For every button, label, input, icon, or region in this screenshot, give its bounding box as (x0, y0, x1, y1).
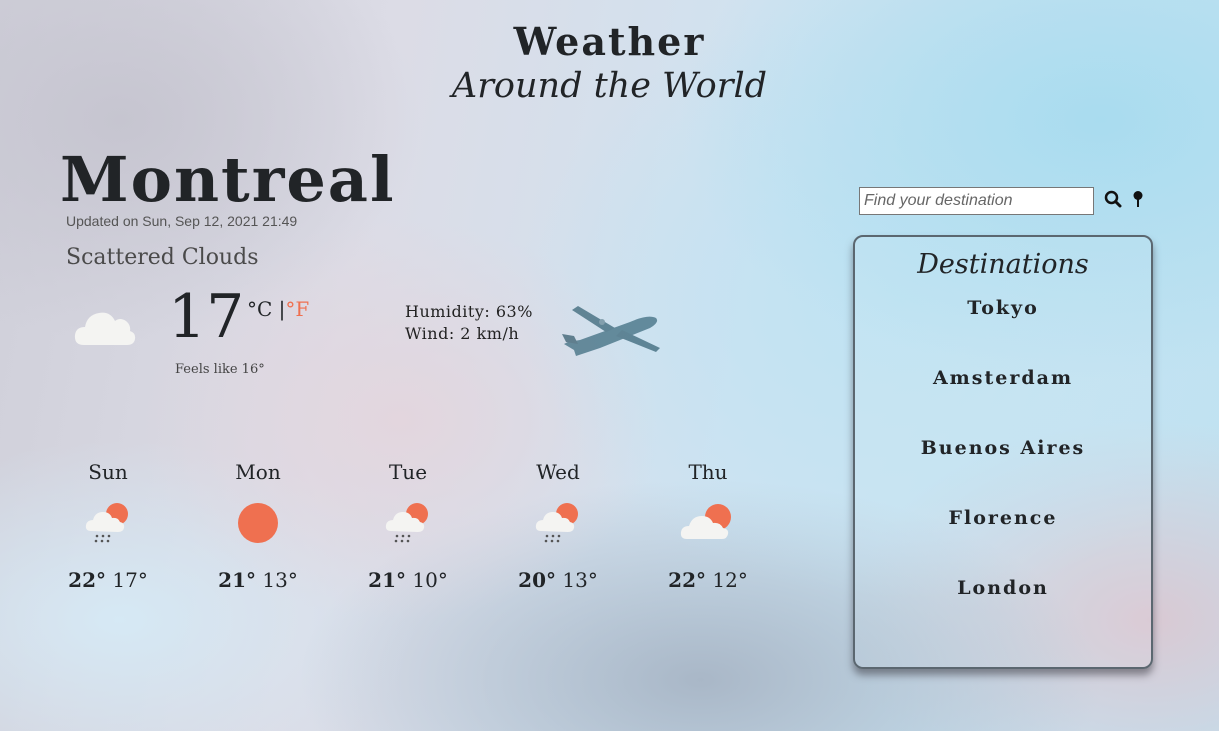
sun-cloud-icon (633, 488, 783, 558)
destinations-title: Destinations (917, 249, 1089, 280)
forecast-day-name: Sun (88, 460, 128, 484)
forecast-max: 22° (668, 568, 707, 592)
forecast-min: 13° (262, 568, 298, 592)
fahrenheit-link[interactable]: °F (285, 297, 309, 321)
wind: Wind: 2 km/h (405, 324, 520, 343)
location-pin-icon[interactable] (1132, 190, 1144, 212)
forecast-min: 13° (562, 568, 598, 592)
city-name: Montreal (60, 143, 396, 216)
forecast-day: Thu 22° 12° (633, 460, 783, 592)
humidity: Humidity: 63% (405, 302, 533, 321)
forecast-temps: 21° 10° (333, 568, 483, 592)
forecast-max: 21° (218, 568, 257, 592)
destination-tokyo[interactable]: Tokyo (855, 292, 1151, 362)
forecast-day-name: Mon (235, 460, 281, 484)
unit-toggle: °C |°F (247, 297, 309, 321)
airplane-icon (560, 300, 665, 364)
forecast-min: 10° (412, 568, 448, 592)
forecast-day-name: Thu (688, 460, 728, 484)
sun-icon (183, 488, 333, 558)
forecast: Sun 22° 17° Mon 21° 13° Tue 21° 10° Wed … (33, 460, 783, 592)
weather-description: Scattered Clouds (66, 245, 259, 270)
destination-buenos-aires[interactable]: Buenos Aires (855, 432, 1151, 502)
feels-like: Feels like 16° (175, 362, 265, 377)
app-subtitle: Around the World (451, 66, 768, 106)
forecast-max: 22° (68, 568, 107, 592)
sun-cloud-rain-icon (333, 488, 483, 558)
forecast-min: 12° (712, 568, 748, 592)
forecast-day: Sun 22° 17° (33, 460, 183, 592)
search-icon[interactable] (1104, 190, 1122, 212)
destination-amsterdam[interactable]: Amsterdam (855, 362, 1151, 432)
forecast-day: Mon 21° 13° (183, 460, 333, 592)
forecast-max: 20° (518, 568, 557, 592)
forecast-day-name: Wed (536, 460, 580, 484)
forecast-day-name: Tue (388, 460, 428, 484)
forecast-day: Tue 21° 10° (333, 460, 483, 592)
forecast-min: 17° (112, 568, 148, 592)
destination-london[interactable]: London (855, 572, 1151, 642)
sun-cloud-rain-icon (33, 488, 183, 558)
header: Weather Around the World (0, 20, 1219, 108)
cloud-icon (74, 305, 136, 351)
celsius-link[interactable]: °C (247, 297, 272, 321)
destination-florence[interactable]: Florence (855, 502, 1151, 572)
current-temperature: 17 (168, 282, 245, 352)
forecast-day: Wed 20° 13° (483, 460, 633, 592)
forecast-max: 21° (368, 568, 407, 592)
forecast-temps: 20° 13° (483, 568, 633, 592)
forecast-temps: 22° 17° (33, 568, 183, 592)
forecast-temps: 21° 13° (183, 568, 333, 592)
search-bar (859, 187, 1144, 215)
destinations-panel: Destinations Tokyo Amsterdam Buenos Aire… (853, 235, 1153, 669)
weather-stats: Humidity: 63% Wind: 2 km/h (405, 301, 533, 345)
forecast-temps: 22° 12° (633, 568, 783, 592)
sun-cloud-rain-icon (483, 488, 633, 558)
app-title: Weather (513, 19, 706, 64)
destinations-list: Tokyo Amsterdam Buenos Aires Florence Lo… (855, 292, 1151, 642)
search-input[interactable] (859, 187, 1094, 215)
updated-timestamp: Updated on Sun, Sep 12, 2021 21:49 (66, 213, 298, 229)
